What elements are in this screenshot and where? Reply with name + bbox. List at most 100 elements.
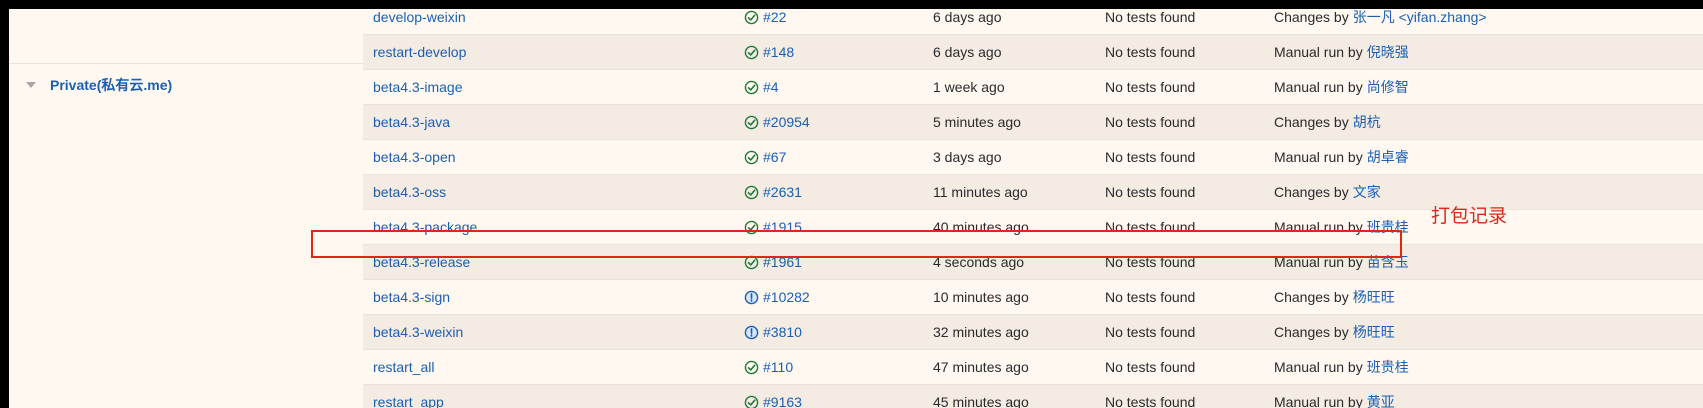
- build-number-link[interactable]: #67: [763, 149, 786, 165]
- group-name[interactable]: Private(私有云.me): [50, 75, 172, 95]
- test-result: No tests found: [1105, 149, 1196, 165]
- user-link[interactable]: 倪晓强: [1367, 42, 1409, 62]
- job-name-cell: restart-develop: [373, 35, 466, 69]
- job-name-cell: develop-weixin: [373, 9, 466, 34]
- success-check-icon: [744, 395, 759, 408]
- cause-prefix: Manual run by: [1274, 44, 1363, 60]
- user-link[interactable]: 杨旺旺: [1353, 322, 1395, 342]
- build-time: 10 minutes ago: [933, 289, 1029, 305]
- job-list-panel: Private(私有云.me) develop-weixin #22 6 days …: [9, 9, 1703, 408]
- build-number-link[interactable]: #9163: [763, 394, 802, 408]
- last-build-cell: #22: [744, 9, 786, 34]
- table-row: beta4.3-open #67 3 days ago No tests found M…: [363, 140, 1703, 175]
- group-divider: [9, 63, 363, 64]
- user-link[interactable]: 班贵桂: [1367, 357, 1409, 377]
- job-link[interactable]: beta4.3-weixin: [373, 324, 463, 340]
- cause-prefix: Changes by: [1274, 184, 1349, 200]
- success-check-icon: [744, 45, 759, 59]
- user-link[interactable]: 张一凡 <yifan.zhang>: [1353, 9, 1487, 27]
- success-check-icon: [744, 150, 759, 164]
- test-result: No tests found: [1105, 184, 1196, 200]
- build-time: 47 minutes ago: [933, 359, 1029, 375]
- test-result: No tests found: [1105, 394, 1196, 408]
- test-result: No tests found: [1105, 44, 1196, 60]
- table-row: restart-develop #148 6 days ago No tests fo…: [363, 35, 1703, 70]
- user-link[interactable]: 杨旺旺: [1353, 287, 1395, 307]
- success-check-icon: [744, 115, 759, 129]
- table-row: beta4.3-java #20954 5 minutes ago No tests …: [363, 105, 1703, 140]
- table-row: beta4.3-image #4 1 week ago No tests found M…: [363, 70, 1703, 105]
- user-link[interactable]: 尚修智: [1367, 77, 1409, 97]
- build-number-link[interactable]: #20954: [763, 114, 810, 130]
- build-time: 6 days ago: [933, 44, 1002, 60]
- build-time: 32 minutes ago: [933, 324, 1029, 340]
- annotation-label: 打包记录: [1431, 205, 1508, 227]
- build-time: 45 minutes ago: [933, 394, 1029, 408]
- build-time: 3 days ago: [933, 149, 1002, 165]
- build-number-link[interactable]: #110: [763, 359, 793, 375]
- build-cause-cell: Changes by 杨旺旺: [1274, 280, 1395, 314]
- test-result: No tests found: [1105, 114, 1196, 130]
- job-link[interactable]: restart_app: [373, 394, 444, 408]
- test-result: No tests found: [1105, 9, 1196, 25]
- cause-prefix: Manual run by: [1274, 149, 1363, 165]
- build-number-link[interactable]: #3810: [763, 324, 802, 340]
- job-link[interactable]: restart_all: [373, 359, 434, 375]
- job-name-cell: restart_app: [373, 385, 444, 408]
- table-row: beta4.3-weixin #3810 32 minutes ago No test…: [363, 315, 1703, 350]
- cause-prefix: Changes by: [1274, 9, 1349, 25]
- job-link[interactable]: develop-weixin: [373, 9, 466, 25]
- job-name-cell: beta4.3-java: [373, 105, 450, 139]
- last-build-cell: #20954: [744, 105, 810, 139]
- job-link[interactable]: beta4.3-oss: [373, 184, 446, 200]
- chevron-down-icon[interactable]: [26, 82, 36, 88]
- user-link[interactable]: 黄亚: [1367, 392, 1395, 408]
- in-progress-icon: [744, 325, 759, 339]
- build-cause-cell: Manual run by 班贵桂: [1274, 350, 1409, 384]
- job-name-cell: beta4.3-open: [373, 140, 456, 174]
- highlight-box: [311, 230, 1402, 258]
- build-cause-cell: Manual run by 尚修智: [1274, 70, 1409, 104]
- test-result: No tests found: [1105, 359, 1196, 375]
- build-number-link[interactable]: #22: [763, 9, 786, 25]
- user-link[interactable]: 胡卓睿: [1367, 147, 1409, 167]
- build-cause-cell: Manual run by 黄亚: [1274, 385, 1395, 408]
- test-result: No tests found: [1105, 79, 1196, 95]
- job-link[interactable]: beta4.3-open: [373, 149, 456, 165]
- last-build-cell: #9163: [744, 385, 802, 408]
- last-build-cell: #2631: [744, 175, 802, 209]
- build-cause-cell: Changes by 胡杭: [1274, 105, 1381, 139]
- success-check-icon: [744, 360, 759, 374]
- job-link[interactable]: beta4.3-java: [373, 114, 450, 130]
- build-number-link[interactable]: #10282: [763, 289, 810, 305]
- group-header[interactable]: Private(私有云.me): [26, 74, 172, 96]
- build-cause-cell: Changes by 杨旺旺: [1274, 315, 1395, 349]
- test-result: No tests found: [1105, 324, 1196, 340]
- build-time: 6 days ago: [933, 9, 1002, 25]
- build-time: 11 minutes ago: [933, 184, 1028, 200]
- user-link[interactable]: 文家: [1353, 182, 1381, 202]
- build-cause-cell: Changes by 文家: [1274, 175, 1381, 209]
- last-build-cell: #110: [744, 350, 793, 384]
- success-check-icon: [744, 10, 759, 24]
- cause-prefix: Manual run by: [1274, 79, 1363, 95]
- job-link[interactable]: beta4.3-image: [373, 79, 463, 95]
- cause-prefix: Changes by: [1274, 114, 1349, 130]
- job-name-cell: beta4.3-weixin: [373, 315, 463, 349]
- last-build-cell: #10282: [744, 280, 810, 314]
- user-link[interactable]: 胡杭: [1353, 112, 1381, 132]
- cause-prefix: Manual run by: [1274, 359, 1363, 375]
- table-row: develop-weixin #22 6 days ago No tests foun…: [363, 9, 1703, 35]
- job-link[interactable]: beta4.3-sign: [373, 289, 450, 305]
- test-result: No tests found: [1105, 289, 1196, 305]
- build-number-link[interactable]: #4: [763, 79, 779, 95]
- job-name-cell: restart_all: [373, 350, 434, 384]
- build-time: 5 minutes ago: [933, 114, 1021, 130]
- build-number-link[interactable]: #148: [763, 44, 794, 60]
- build-cause-cell: Manual run by 胡卓睿: [1274, 140, 1409, 174]
- job-link[interactable]: restart-develop: [373, 44, 466, 60]
- build-time: 1 week ago: [933, 79, 1005, 95]
- build-number-link[interactable]: #2631: [763, 184, 802, 200]
- last-build-cell: #148: [744, 35, 794, 69]
- success-check-icon: [744, 185, 759, 199]
